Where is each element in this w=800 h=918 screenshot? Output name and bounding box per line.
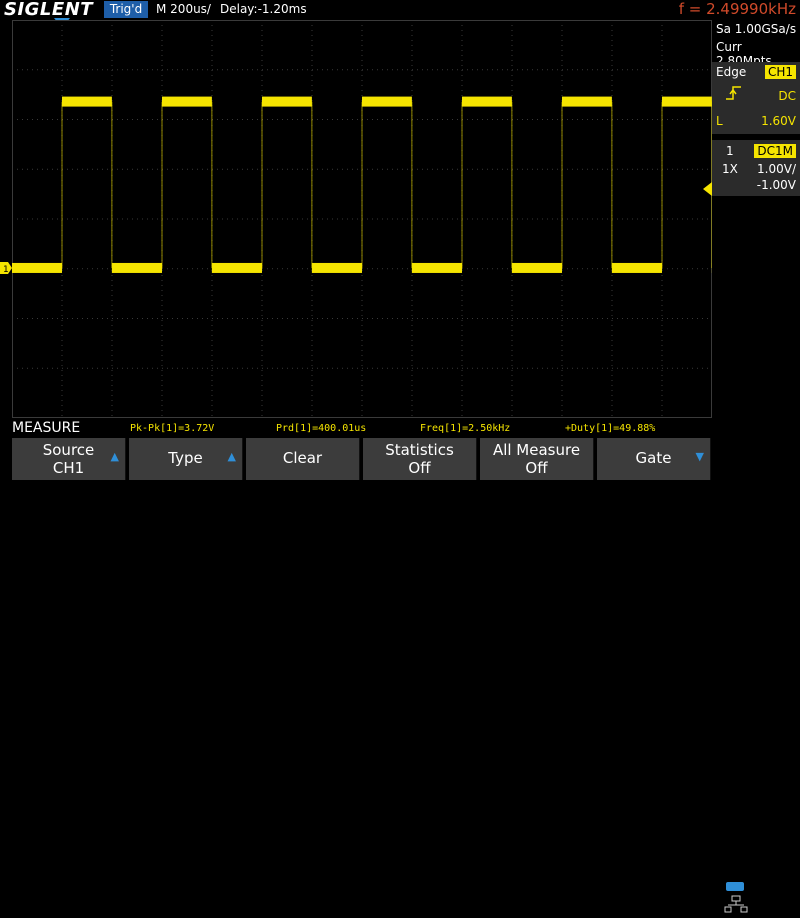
waveform-high-segment xyxy=(62,97,112,107)
waveform-low-segment xyxy=(312,263,362,273)
measurement-frequency: Freq[1]=2.50kHz xyxy=(420,423,510,434)
up-arrow-icon: ▲ xyxy=(111,450,119,463)
measurement-bar: MEASURE Pk-Pk[1]=3.72V Prd[1]=400.01us F… xyxy=(0,420,712,438)
trigger-settings-panel[interactable]: Edge CH1 DC L 1.60V xyxy=(712,62,800,134)
waveform-high-segment xyxy=(462,97,512,107)
volts-per-div: 1.00V/ xyxy=(757,162,796,176)
top-status-bar: SIGLENT Trig'd M 200us/ Delay:-1.20ms f … xyxy=(0,0,800,20)
all-measure-softkey[interactable]: All Measure Off xyxy=(480,438,594,480)
channel-marker-label: 1 xyxy=(3,265,9,274)
trigger-source: CH1 xyxy=(765,65,796,79)
trigger-level-label: L xyxy=(716,114,723,128)
statistics-softkey[interactable]: Statistics Off xyxy=(363,438,477,480)
softkey-bar: Source CH1 ▲ Type ▲ Clear Statistics Off… xyxy=(0,438,800,480)
status-icons xyxy=(718,878,800,918)
frequency-readout: f = 2.49990kHz xyxy=(679,0,796,18)
measurement-pkpk: Pk-Pk[1]=3.72V xyxy=(130,423,214,434)
waveform-high-segment xyxy=(562,97,612,107)
rising-edge-icon xyxy=(726,86,742,103)
waveform-high-segment xyxy=(162,97,212,107)
waveform-high-segment xyxy=(362,97,412,107)
measure-title: MEASURE xyxy=(12,420,80,436)
channel-number: 1 xyxy=(726,144,734,158)
channel-offset: -1.00V xyxy=(757,178,796,192)
measurement-duty: +Duty[1]=49.88% xyxy=(565,423,655,434)
waveform-display[interactable] xyxy=(12,20,712,418)
waveform-low-segment xyxy=(512,263,562,273)
sample-rate: Sa 1.00GSa/s xyxy=(716,22,796,36)
waveform-low-segment xyxy=(12,263,62,273)
usb-network-icon xyxy=(724,880,754,916)
channel1-offset-marker[interactable]: 1 xyxy=(0,262,12,274)
clear-softkey[interactable]: Clear xyxy=(246,438,360,480)
channel-coupling: DC1M xyxy=(754,144,796,158)
channel1-settings-panel[interactable]: 1 DC1M 1X 1.00V/ -1.00V xyxy=(712,140,800,196)
probe-attenuation: 1X xyxy=(722,162,738,176)
brand-logo: SIGLENT xyxy=(4,0,93,20)
waveform-high-segment xyxy=(662,97,712,107)
waveform-low-segment xyxy=(212,263,262,273)
waveform-low-segment xyxy=(112,263,162,273)
up-arrow-icon: ▲ xyxy=(228,450,236,463)
gate-softkey[interactable]: Gate ▼ xyxy=(597,438,711,480)
timebase-readout: M 200us/ xyxy=(156,2,211,16)
waveform-low-segment xyxy=(612,263,662,273)
trigger-status-badge: Trig'd xyxy=(104,1,148,18)
measurement-period: Prd[1]=400.01us xyxy=(276,423,366,434)
source-softkey[interactable]: Source CH1 ▲ xyxy=(12,438,126,480)
trigger-type-label: Edge xyxy=(716,65,746,79)
waveform-low-segment xyxy=(412,263,462,273)
waveform-high-segment xyxy=(262,97,312,107)
down-arrow-icon: ▼ xyxy=(696,450,704,463)
type-softkey[interactable]: Type ▲ xyxy=(129,438,243,480)
trigger-level-marker[interactable] xyxy=(703,182,712,196)
trigger-level-value: 1.60V xyxy=(761,114,796,128)
trigger-coupling: DC xyxy=(778,89,796,103)
delay-readout: Delay:-1.20ms xyxy=(220,2,307,16)
